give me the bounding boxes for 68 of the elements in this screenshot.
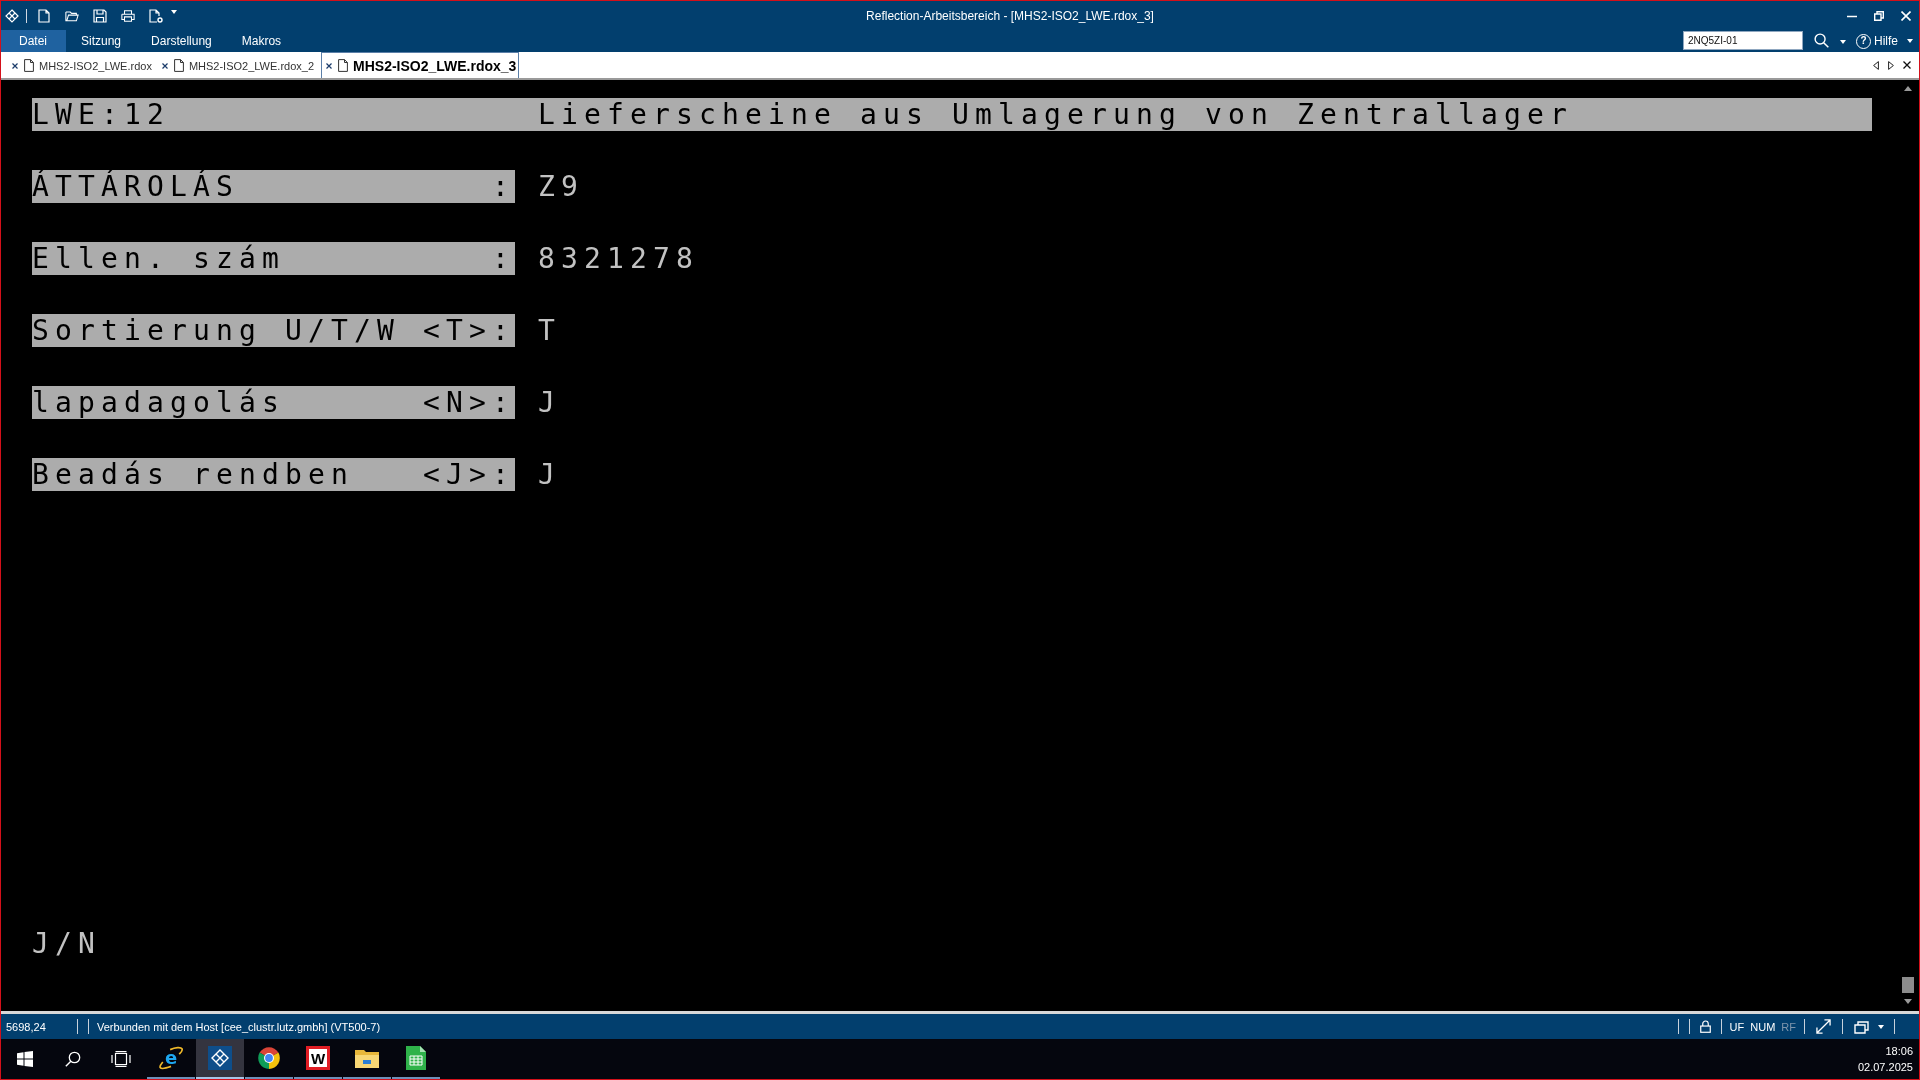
ribbon-tab[interactable]: Sitzung <box>66 30 137 52</box>
ribbon-tab[interactable]: Makros <box>226 30 297 52</box>
search-field[interactable]: 2NQ5ZI-01 <box>1683 31 1803 50</box>
field-label: Sortierung U/T/W <box>32 313 400 347</box>
close-icon[interactable] <box>326 62 332 69</box>
stacked-windows-icon[interactable] <box>111 1051 131 1067</box>
folder-icon[interactable] <box>65 8 79 23</box>
restore-icon[interactable] <box>1874 10 1884 21</box>
caret-icon <box>1907 39 1913 43</box>
page-icon <box>24 59 34 72</box>
field-hint: <T>: <box>423 313 515 347</box>
field-value: 8321278 <box>538 241 699 275</box>
lock-icon <box>1699 1020 1711 1033</box>
lattice-icon <box>208 1046 232 1070</box>
taskbar-app-button[interactable]: W <box>294 1039 342 1079</box>
field-label: Ellen. szám <box>32 241 285 275</box>
close-icon[interactable] <box>1903 61 1911 69</box>
screen-title: Lieferscheine aus Umlagerung von Zentrallager <box>538 97 1573 131</box>
cursor-position: 5698,24 <box>6 1020 47 1033</box>
scrollbar-thumb[interactable] <box>1902 977 1914 993</box>
field-value: Z9 <box>538 169 584 203</box>
search-icon[interactable] <box>1814 33 1829 48</box>
prompt-text: J/N <box>32 926 101 960</box>
field-label: lapadagolás <box>32 385 285 419</box>
field-label: Beadás rendben <box>32 457 354 491</box>
search-icon[interactable] <box>65 1051 81 1067</box>
screen-code: LWE:12 <box>32 97 171 131</box>
tricolor-circle-icon <box>257 1046 281 1070</box>
close-icon[interactable] <box>161 62 168 69</box>
help-button[interactable]: ? Hilfe <box>1846 30 1919 52</box>
down-triangle-icon[interactable] <box>1904 999 1912 1004</box>
mode-indicator: NUM <box>1750 1020 1776 1033</box>
close-icon[interactable] <box>12 62 18 69</box>
spreadsheet-icon <box>404 1046 428 1070</box>
caret-icon[interactable] <box>1840 40 1846 44</box>
lattice-icon[interactable] <box>5 8 19 23</box>
mode-indicator: UF <box>1729 1020 1745 1033</box>
up-triangle-icon[interactable] <box>1904 86 1912 91</box>
ribbon-tab[interactable]: Darstellung <box>136 30 227 52</box>
field-hint: : <box>492 169 515 203</box>
diagonal-arrows-icon[interactable] <box>1816 1019 1831 1034</box>
page-icon <box>173 59 184 72</box>
four-panes-icon[interactable] <box>17 1051 33 1067</box>
field-value: T <box>538 313 561 347</box>
taskbar-app-button[interactable] <box>196 1039 244 1079</box>
letter-tile-icon: W <box>306 1046 330 1070</box>
field-label: ÁTTÁROLÁS <box>32 169 239 203</box>
field-value: J <box>538 385 561 419</box>
status-message: Verbunden mit dem Host [cee_clustr.lutz.gmbh] (VT500-7) <box>97 1020 381 1033</box>
field-value: J <box>538 457 561 491</box>
overlapping-windows-icon[interactable] <box>1854 1019 1870 1034</box>
ribbon-tab[interactable]: Datei <box>1 30 66 52</box>
printer-icon[interactable] <box>121 8 135 23</box>
document-tab[interactable]: MHS2-ISO2_LWE.rdox_3 <box>321 52 520 78</box>
clock-date: 02.07.2025 <box>1857 1061 1913 1073</box>
window-title: Reflection-Arbeitsbereich - [MHS2-ISO2_LWE.rdox_3] <box>865 8 1155 23</box>
mode-indicator: RF <box>1781 1020 1796 1033</box>
field-hint: <J>: <box>423 457 515 491</box>
caret-icon[interactable] <box>171 9 177 14</box>
clock-time: 18:06 <box>1885 1045 1913 1057</box>
caret-icon[interactable] <box>1878 1024 1884 1029</box>
left-triangle-icon[interactable] <box>1873 60 1879 70</box>
page-icon <box>338 59 348 72</box>
right-triangle-icon[interactable] <box>1888 60 1894 70</box>
field-hint: : <box>492 241 515 275</box>
page-icon[interactable] <box>37 8 51 23</box>
field-hint: <N>: <box>423 385 515 419</box>
page-gear-icon[interactable] <box>149 8 163 23</box>
